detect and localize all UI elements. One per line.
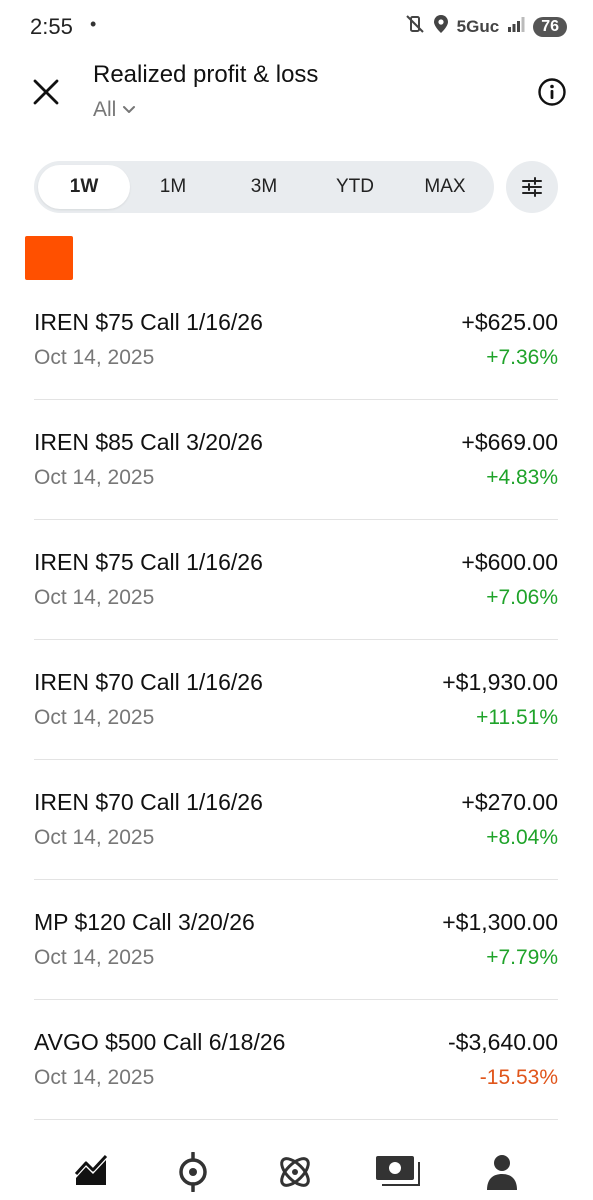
info-icon xyxy=(538,78,566,106)
bottom-navigation xyxy=(0,1140,593,1200)
nav-explore[interactable] xyxy=(275,1152,319,1192)
filter-settings-button[interactable] xyxy=(506,161,558,213)
vibrate-mute-icon xyxy=(405,14,425,39)
signal-icon xyxy=(507,16,525,37)
location-icon xyxy=(433,14,449,39)
pl-percent: +7.79% xyxy=(486,946,558,969)
status-bar: 2:55 • 5Guc 76 xyxy=(0,0,593,56)
nav-account[interactable] xyxy=(482,1152,526,1192)
position-name: IREN $75 Call 1/16/26 xyxy=(34,549,263,575)
nav-cash[interactable] xyxy=(374,1152,420,1192)
account-filter-dropdown[interactable]: All xyxy=(93,98,136,122)
pl-amount: +$625.00 xyxy=(461,309,558,335)
close-button[interactable] xyxy=(30,76,62,108)
pl-percent: +7.06% xyxy=(486,586,558,609)
position-date: Oct 14, 2025 xyxy=(34,466,155,489)
investing-chart-icon xyxy=(74,1154,108,1185)
pl-percent: +4.83% xyxy=(486,466,558,489)
list-item[interactable]: IREN $75 Call 1/16/26 Oct 14, 2025 +$600… xyxy=(34,520,558,640)
pl-percent: +7.36% xyxy=(486,346,558,369)
sliders-icon xyxy=(522,177,542,197)
nav-investing[interactable] xyxy=(73,1152,117,1192)
position-date: Oct 14, 2025 xyxy=(34,586,155,609)
battery-indicator: 76 xyxy=(533,16,567,37)
pl-amount: +$270.00 xyxy=(461,789,558,815)
position-date: Oct 14, 2025 xyxy=(34,706,155,729)
tab-1m[interactable]: 1M xyxy=(130,165,216,209)
accent-square xyxy=(25,236,73,280)
network-type: 5Guc xyxy=(456,16,500,36)
page-title: Realized profit & loss xyxy=(93,61,319,88)
realized-pl-list: IREN $75 Call 1/16/26 Oct 14, 2025 +$625… xyxy=(34,280,558,1120)
list-item[interactable]: IREN $70 Call 1/16/26 Oct 14, 2025 +$1,9… xyxy=(34,640,558,760)
pl-amount: +$669.00 xyxy=(461,429,558,455)
position-name: MP $120 Call 3/20/26 xyxy=(34,909,255,935)
info-button[interactable] xyxy=(537,77,567,107)
close-icon xyxy=(33,79,59,105)
pl-percent: -15.53% xyxy=(479,1066,558,1089)
tab-1w[interactable]: 1W xyxy=(38,165,130,209)
pl-percent: +8.04% xyxy=(486,826,558,849)
position-name: IREN $75 Call 1/16/26 xyxy=(34,309,263,335)
list-item[interactable]: MP $120 Call 3/20/26 Oct 14, 2025 +$1,30… xyxy=(34,880,558,1000)
tab-3m[interactable]: 3M xyxy=(218,165,310,209)
position-name: IREN $70 Call 1/16/26 xyxy=(34,789,263,815)
status-indicators: 5Guc 76 xyxy=(405,14,567,39)
position-date: Oct 14, 2025 xyxy=(34,946,155,969)
position-name: IREN $70 Call 1/16/26 xyxy=(34,669,263,695)
pl-amount: +$600.00 xyxy=(461,549,558,575)
position-date: Oct 14, 2025 xyxy=(34,346,155,369)
pl-amount: +$1,300.00 xyxy=(442,909,558,935)
position-date: Oct 14, 2025 xyxy=(34,826,155,849)
status-time: 2:55 xyxy=(30,14,73,39)
list-item[interactable]: IREN $85 Call 3/20/26 Oct 14, 2025 +$669… xyxy=(34,400,558,520)
chevron-down-icon xyxy=(123,106,136,113)
pl-amount: +$1,930.00 xyxy=(442,669,558,695)
list-item[interactable]: IREN $70 Call 1/16/26 Oct 14, 2025 +$270… xyxy=(34,760,558,880)
status-notification-dot: • xyxy=(90,14,97,34)
pl-percent: +11.51% xyxy=(476,706,558,729)
position-name: IREN $85 Call 3/20/26 xyxy=(34,429,263,455)
crypto-icon xyxy=(179,1151,207,1193)
list-item[interactable]: AVGO $500 Call 6/18/26 Oct 14, 2025 -$3,… xyxy=(34,1000,558,1120)
tab-max[interactable]: MAX xyxy=(400,165,490,209)
position-date: Oct 14, 2025 xyxy=(34,1066,155,1089)
account-filter-label: All xyxy=(93,98,117,121)
tab-ytd[interactable]: YTD xyxy=(310,165,400,209)
cash-icon xyxy=(376,1156,420,1186)
atom-icon xyxy=(280,1157,310,1187)
nav-crypto[interactable] xyxy=(175,1151,219,1193)
time-range-selector: 1W 1M 3M YTD MAX xyxy=(34,161,494,213)
position-name: AVGO $500 Call 6/18/26 xyxy=(34,1029,286,1055)
pl-amount: -$3,640.00 xyxy=(448,1029,558,1055)
account-icon xyxy=(487,1155,517,1190)
list-item[interactable]: IREN $75 Call 1/16/26 Oct 14, 2025 +$625… xyxy=(34,280,558,400)
